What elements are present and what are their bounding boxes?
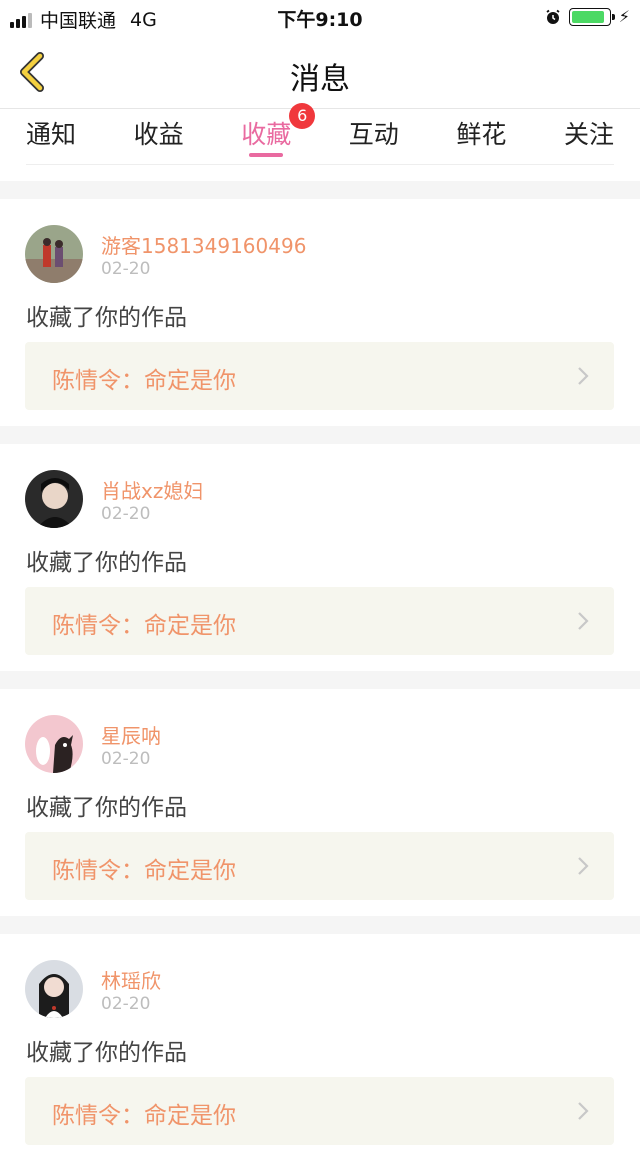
list-item[interactable]: 肖战xz媳妇 02-20 收藏了你的作品 陈情令：命定是你: [0, 444, 640, 671]
avatar[interactable]: [25, 715, 83, 773]
chevron-right-icon: [578, 612, 589, 630]
timestamp: 02-20: [101, 259, 151, 279]
avatar[interactable]: [25, 225, 83, 283]
unread-badge: 6: [289, 103, 316, 129]
active-tab-indicator: [249, 153, 284, 157]
work-title: 陈情令：命定是你: [52, 858, 236, 884]
work-link[interactable]: 陈情令：命定是你: [25, 342, 614, 410]
chevron-right-icon: [578, 1102, 589, 1120]
avatar[interactable]: [25, 470, 83, 528]
timestamp: 02-20: [101, 994, 151, 1014]
tab-favorites[interactable]: 收藏 6: [241, 103, 316, 165]
list-item[interactable]: 林瑶欣 02-20 收藏了你的作品 陈情令：命定是你: [0, 934, 640, 1161]
chevron-right-icon: [578, 857, 589, 875]
work-link[interactable]: 陈情令：命定是你: [25, 1077, 614, 1145]
message-list: 游客1581349160496 02-20 收藏了你的作品 陈情令：命定是你 肖…: [0, 199, 640, 1161]
tab-notice[interactable]: 通知: [26, 109, 76, 165]
tab-interactions[interactable]: 互动: [349, 109, 399, 165]
avatar[interactable]: [25, 960, 83, 1018]
tab-earnings[interactable]: 收益: [134, 109, 184, 165]
list-item[interactable]: 游客1581349160496 02-20 收藏了你的作品 陈情令：命定是你: [0, 199, 640, 426]
tab-bar: 通知 收益 收藏 6 互动 鲜花 关注: [0, 103, 640, 165]
username[interactable]: 林瑶欣: [101, 965, 161, 994]
battery-icon: [568, 7, 615, 26]
divider: [0, 165, 640, 199]
action-text: 收藏了你的作品: [26, 795, 187, 821]
tab-follows[interactable]: 关注: [564, 109, 614, 165]
page-title: 消息: [290, 62, 350, 97]
work-title: 陈情令：命定是你: [52, 613, 236, 639]
alarm-icon: [546, 9, 560, 24]
action-text: 收藏了你的作品: [26, 550, 187, 576]
work-title: 陈情令：命定是你: [52, 1103, 236, 1129]
nav-bar: 消息: [0, 34, 640, 109]
list-item[interactable]: 星辰呐 02-20 收藏了你的作品 陈情令：命定是你: [0, 689, 640, 916]
timestamp: 02-20: [101, 504, 151, 524]
tab-flowers[interactable]: 鲜花: [456, 109, 506, 165]
username[interactable]: 游客1581349160496: [101, 230, 306, 259]
work-link[interactable]: 陈情令：命定是你: [25, 587, 614, 655]
charging-icon: ⚡: [618, 7, 630, 26]
action-text: 收藏了你的作品: [26, 305, 187, 331]
work-title: 陈情令：命定是你: [52, 368, 236, 394]
chevron-right-icon: [578, 367, 589, 385]
timestamp: 02-20: [101, 749, 151, 769]
action-text: 收藏了你的作品: [26, 1040, 187, 1066]
status-bar: 中国联通 4G 下午9:10 ⚡: [0, 0, 640, 34]
username[interactable]: 肖战xz媳妇: [101, 475, 203, 504]
work-link[interactable]: 陈情令：命定是你: [25, 832, 614, 900]
username[interactable]: 星辰呐: [101, 720, 161, 749]
